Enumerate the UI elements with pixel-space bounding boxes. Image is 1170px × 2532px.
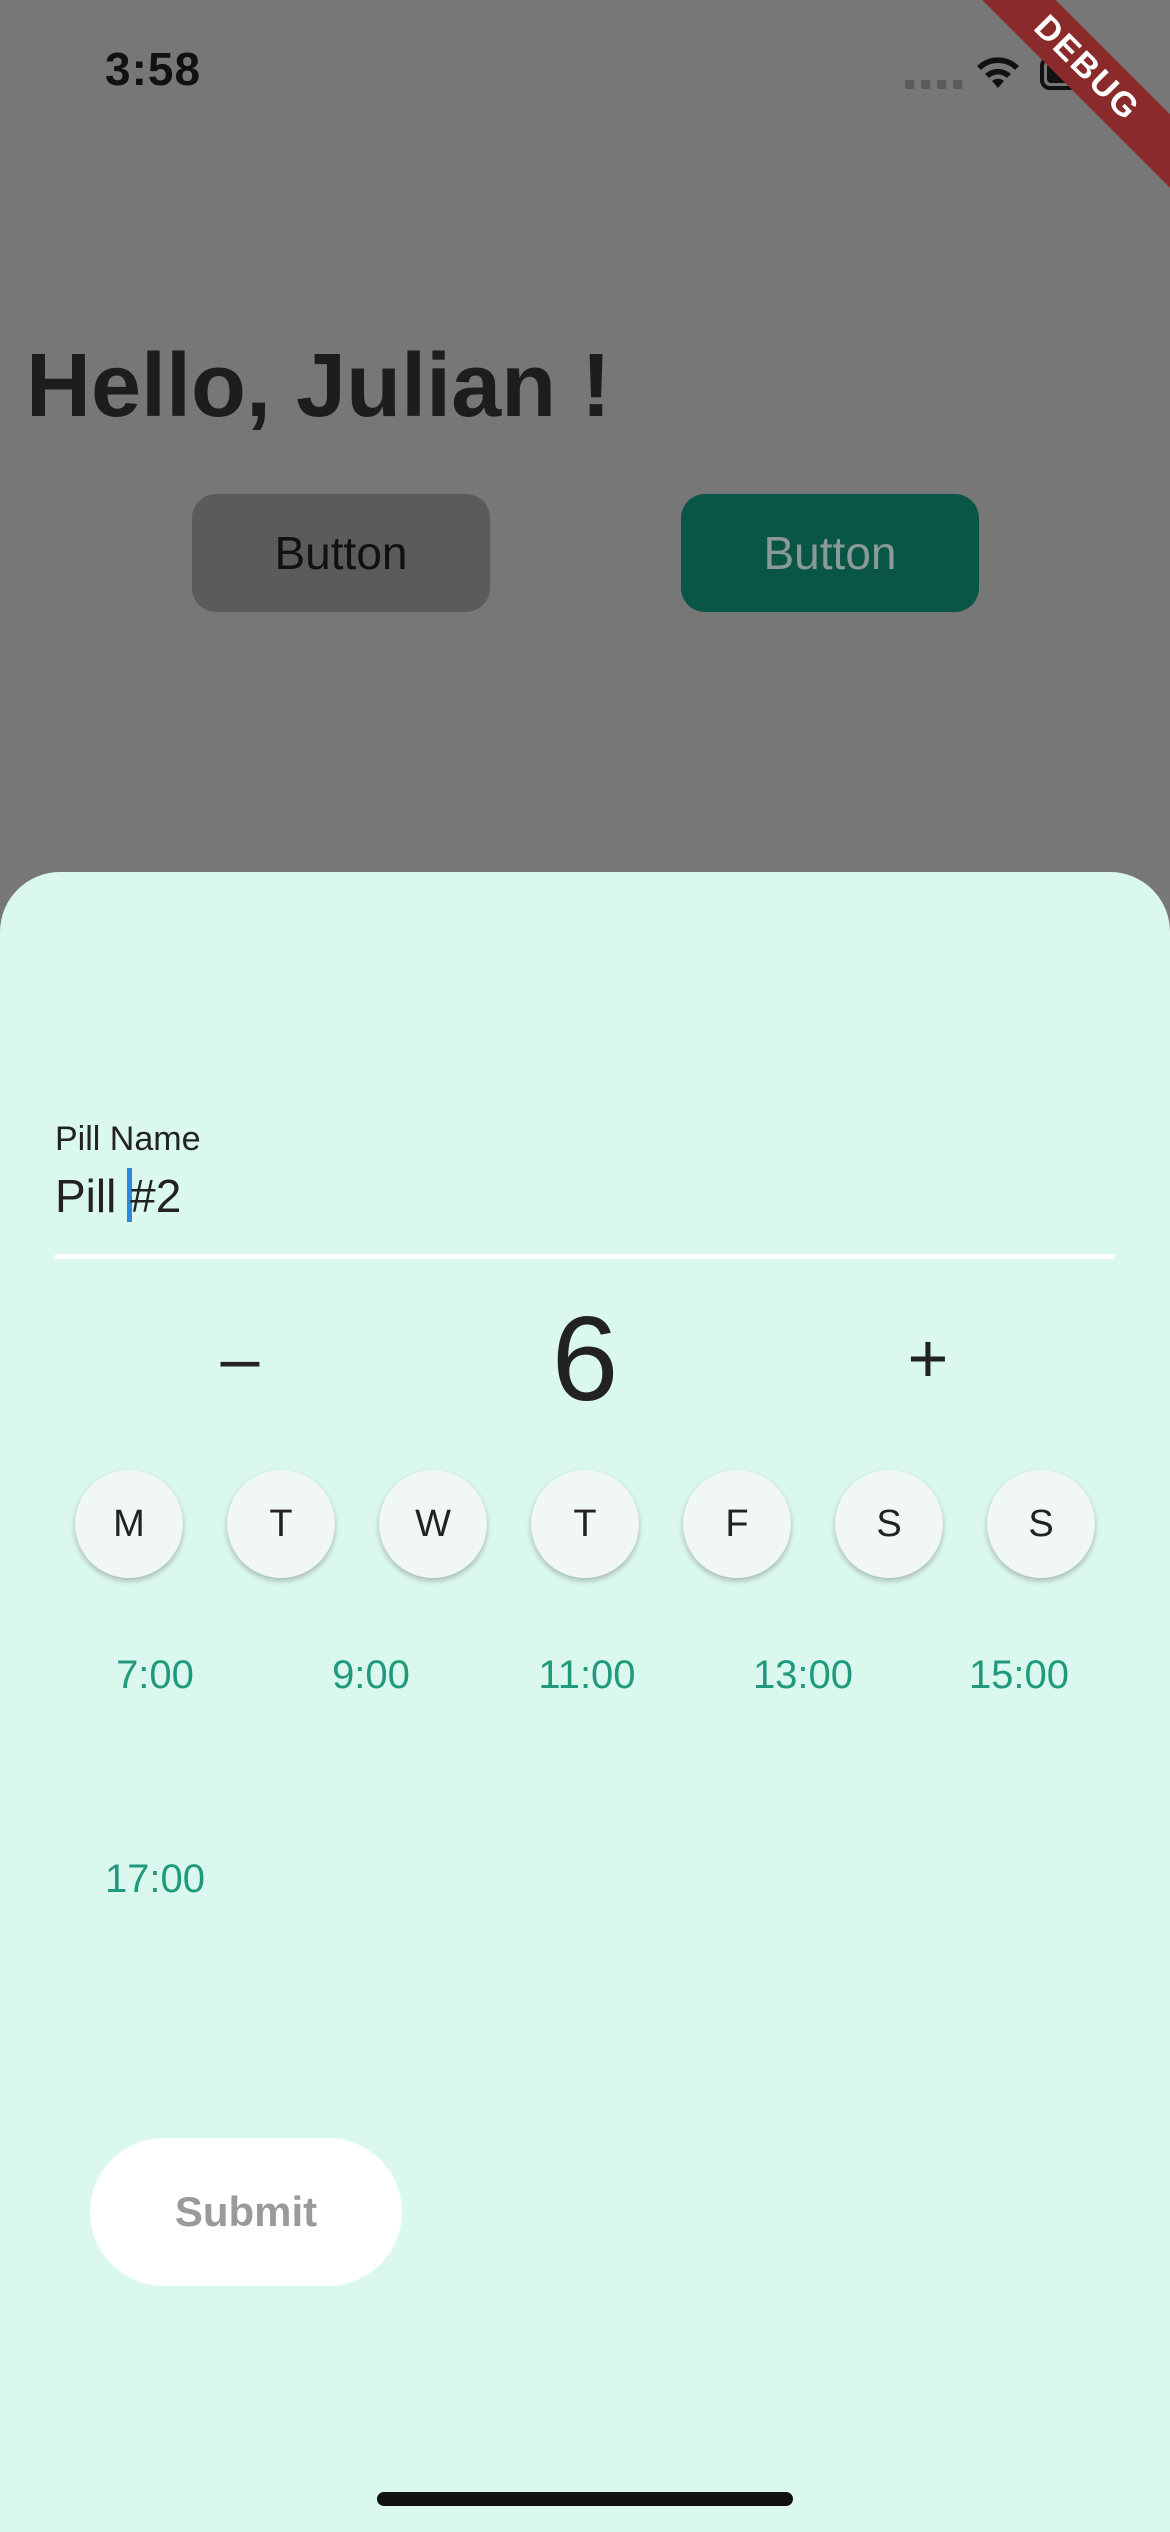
day-sunday[interactable]: S xyxy=(987,1470,1095,1578)
day-saturday[interactable]: S xyxy=(835,1470,943,1578)
day-monday[interactable]: M xyxy=(75,1470,183,1578)
time-option[interactable]: 13:00 xyxy=(695,1640,911,1710)
primary-button[interactable]: Button xyxy=(681,494,979,612)
day-wednesday[interactable]: W xyxy=(379,1470,487,1578)
pill-count-value: 6 xyxy=(551,1292,619,1426)
time-option[interactable]: 15:00 xyxy=(911,1640,1127,1710)
debug-label: DEBUG xyxy=(970,0,1170,196)
status-time: 3:58 xyxy=(105,43,202,95)
time-option[interactable]: 7:00 xyxy=(47,1640,263,1710)
submit-button[interactable]: Submit xyxy=(90,2138,402,2286)
cellular-signal-icon xyxy=(905,80,962,89)
time-option[interactable]: 11:00 xyxy=(479,1640,695,1710)
pill-name-input[interactable]: Pill #2 xyxy=(55,1168,181,1223)
time-option[interactable]: 9:00 xyxy=(263,1640,479,1710)
day-selector: M T W T F S S xyxy=(75,1470,1095,1578)
day-tuesday[interactable]: T xyxy=(227,1470,335,1578)
debug-banner: DEBUG xyxy=(970,0,1170,200)
increment-button[interactable]: + xyxy=(868,1298,988,1418)
home-indicator[interactable] xyxy=(377,2492,793,2506)
greeting-title: Hello, Julian ! xyxy=(26,336,612,436)
day-thursday[interactable]: T xyxy=(531,1470,639,1578)
secondary-button[interactable]: Button xyxy=(192,494,490,612)
day-friday[interactable]: F xyxy=(683,1470,791,1578)
pill-name-label: Pill Name xyxy=(55,1120,201,1158)
time-option[interactable]: 17:00 xyxy=(47,1844,263,1914)
pill-name-text-end: #2 xyxy=(130,1170,182,1222)
pill-name-underline xyxy=(55,1254,1115,1259)
pill-name-text-start: Pill xyxy=(55,1170,130,1222)
decrement-button[interactable]: – xyxy=(180,1298,300,1418)
time-selector: 7:00 9:00 11:00 13:00 15:00 17:00 xyxy=(47,1640,1127,1914)
